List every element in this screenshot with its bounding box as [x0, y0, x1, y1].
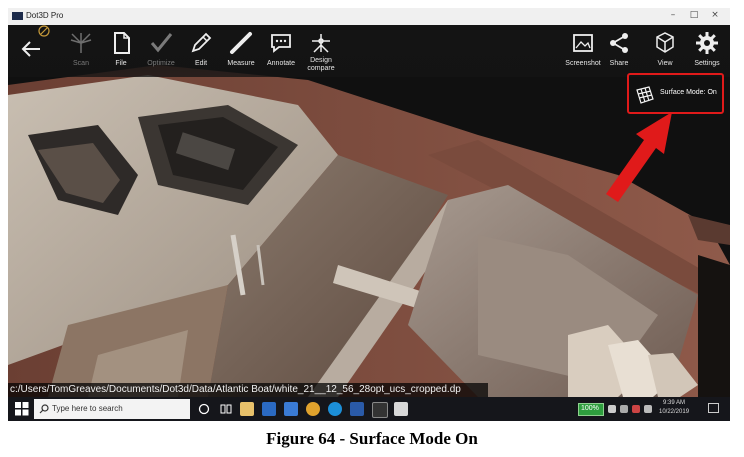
toolbar-settings-button[interactable]: Settings: [684, 25, 730, 77]
store-icon[interactable]: [262, 402, 276, 416]
notifications-icon[interactable]: [708, 403, 719, 413]
app-logo-icon: [12, 12, 23, 20]
taskbar-search-box[interactable]: Type here to search: [34, 399, 190, 419]
window-title: Dot3D Pro: [26, 11, 64, 20]
design-compare-icon: [312, 34, 330, 53]
pencil-icon: [191, 32, 212, 53]
word-icon[interactable]: [350, 402, 364, 416]
file-icon: [114, 32, 130, 54]
app-screen: Dot3D Pro – □ × Scan File Optimize Edit …: [8, 8, 730, 421]
compass-icon: [38, 25, 50, 37]
screenshot-icon: [573, 34, 593, 52]
clock-time[interactable]: 9:39 AM: [663, 400, 685, 406]
windows-taskbar: Type here to search 100% 9:39 AM 10/22/2…: [8, 397, 730, 421]
system-tray-icon[interactable]: [608, 405, 616, 413]
toolbar-share-button[interactable]: Share: [600, 25, 638, 77]
file-path: c:/Users/TomGreaves/Documents/Dot3d/Data…: [10, 384, 461, 395]
checkmark-icon: [150, 33, 173, 53]
security-icon[interactable]: [632, 405, 640, 413]
surface-mode-highlight: [627, 73, 724, 114]
figure-caption: Figure 64 - Surface Mode On: [266, 429, 478, 448]
maximize-button[interactable]: □: [687, 10, 701, 20]
windows-start-icon[interactable]: [15, 402, 29, 416]
volume-icon[interactable]: [644, 405, 652, 413]
dot3d-taskbar-icon[interactable]: [372, 402, 388, 418]
back-button[interactable]: [12, 25, 52, 77]
toolbar-settings-label: Settings: [694, 60, 720, 67]
share-icon: [610, 33, 628, 53]
toolbar-design-compare-label: Design compare: [307, 57, 335, 72]
file-path-bar: c:/Users/TomGreaves/Documents/Dot3d/Data…: [8, 383, 488, 397]
close-button[interactable]: ×: [708, 10, 722, 20]
photos-icon[interactable]: [394, 402, 408, 416]
file-explorer-icon[interactable]: [240, 402, 254, 416]
toolbar-view-label: View: [657, 60, 673, 67]
toolbar-design-compare-button[interactable]: Design compare: [298, 25, 344, 77]
network-icon[interactable]: [620, 405, 628, 413]
window-titlebar: Dot3D Pro – □ ×: [8, 8, 730, 25]
boat-point-cloud-render: [8, 25, 730, 397]
skype-icon[interactable]: [328, 402, 342, 416]
main-toolbar: Scan File Optimize Edit Measure Annotate…: [8, 25, 730, 77]
battery-indicator[interactable]: 100%: [578, 403, 604, 416]
gear-icon: [696, 32, 718, 54]
chrome-icon[interactable]: [306, 402, 320, 416]
point-cloud-viewport[interactable]: Scan File Optimize Edit Measure Annotate…: [8, 25, 730, 397]
cube-view-icon: [656, 32, 674, 53]
cortana-icon[interactable]: [198, 403, 210, 415]
minimize-button[interactable]: –: [666, 10, 680, 20]
clock-date[interactable]: 10/22/2019: [659, 409, 689, 415]
toolbar-view-button[interactable]: View: [645, 25, 685, 77]
toolbar-share-label: Share: [609, 60, 629, 67]
battery-level: 100%: [581, 405, 599, 412]
task-view-icon[interactable]: [220, 403, 232, 415]
speech-bubble-icon: [271, 34, 291, 53]
mail-icon[interactable]: [284, 402, 298, 416]
search-placeholder: Type here to search: [52, 404, 123, 413]
red-arrow-annotation: [606, 112, 672, 202]
scan-icon: [70, 33, 92, 53]
back-arrow-icon: [21, 41, 40, 57]
ruler-icon: [230, 32, 252, 54]
search-icon: [39, 404, 49, 414]
